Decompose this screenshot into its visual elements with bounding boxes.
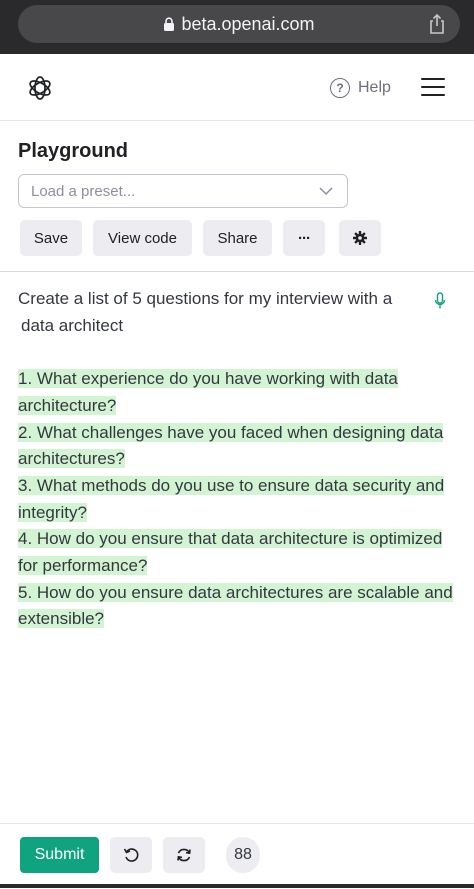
token-count-badge: 88 (226, 837, 260, 873)
preset-select[interactable]: Load a preset... (18, 174, 348, 208)
undo-icon (123, 848, 139, 862)
completion-line-4: 4. How do you ensure that data architect… (18, 526, 458, 579)
action-bar: Submit 88 (0, 823, 474, 889)
regenerate-icon (177, 848, 191, 862)
browser-toolbar: beta.openai.com (0, 0, 474, 54)
url-text: beta.openai.com (181, 13, 315, 34)
share-icon[interactable] (426, 13, 448, 35)
completion-text: 1. What experience do you have working w… (18, 369, 398, 415)
gear-icon (353, 231, 367, 245)
completion-text: 4. How do you ensure that data architect… (18, 529, 443, 576)
chevron-down-icon (319, 187, 333, 196)
help-label: Help (358, 79, 391, 96)
address-bar[interactable]: beta.openai.com (18, 5, 460, 43)
prompt-text: data architect (21, 315, 124, 335)
prompt-text: Create a list of 5 questions for my inte… (18, 289, 393, 308)
completion-text: 3. What methods do you use to ensure dat… (18, 475, 445, 522)
help-icon: ? (330, 78, 350, 98)
settings-button[interactable] (339, 220, 381, 256)
share-button[interactable]: Share (203, 220, 272, 256)
app-header: ? Help (0, 54, 474, 121)
prompt-text-line-1: Create a list of 5 questions for my inte… (18, 286, 458, 313)
preset-placeholder: Load a preset... (31, 182, 136, 200)
save-button[interactable]: Save (20, 220, 82, 256)
completion-text: 5. How do you ensure data architectures … (18, 582, 453, 629)
completion-text: 2. What challenges have you faced when d… (18, 422, 444, 469)
completion-line-3: 3. What methods do you use to ensure dat… (18, 473, 458, 526)
completion-line-2: 2. What challenges have you faced when d… (18, 420, 458, 473)
bottom-strip (0, 884, 474, 888)
prompt-editor[interactable]: Create a list of 5 questions for my inte… (18, 286, 458, 633)
microphone-icon[interactable] (434, 292, 446, 310)
divider (0, 271, 474, 272)
hamburger-menu-icon[interactable] (421, 78, 445, 97)
openai-logo-icon[interactable] (26, 74, 54, 102)
completion-line-5: 5. How do you ensure data architectures … (18, 580, 458, 633)
completion-line-1: 1. What experience do you have working w… (18, 366, 458, 419)
lock-icon (164, 16, 175, 31)
page-title: Playground (18, 140, 129, 162)
regenerate-button[interactable] (163, 837, 205, 873)
more-options-button[interactable]: ··· (283, 220, 325, 256)
prompt-text-line-2: data architect (18, 313, 458, 340)
submit-button[interactable]: Submit (20, 837, 99, 873)
help-link[interactable]: ? Help (330, 78, 391, 98)
undo-button[interactable] (110, 837, 152, 873)
view-code-button[interactable]: View code (93, 220, 192, 256)
